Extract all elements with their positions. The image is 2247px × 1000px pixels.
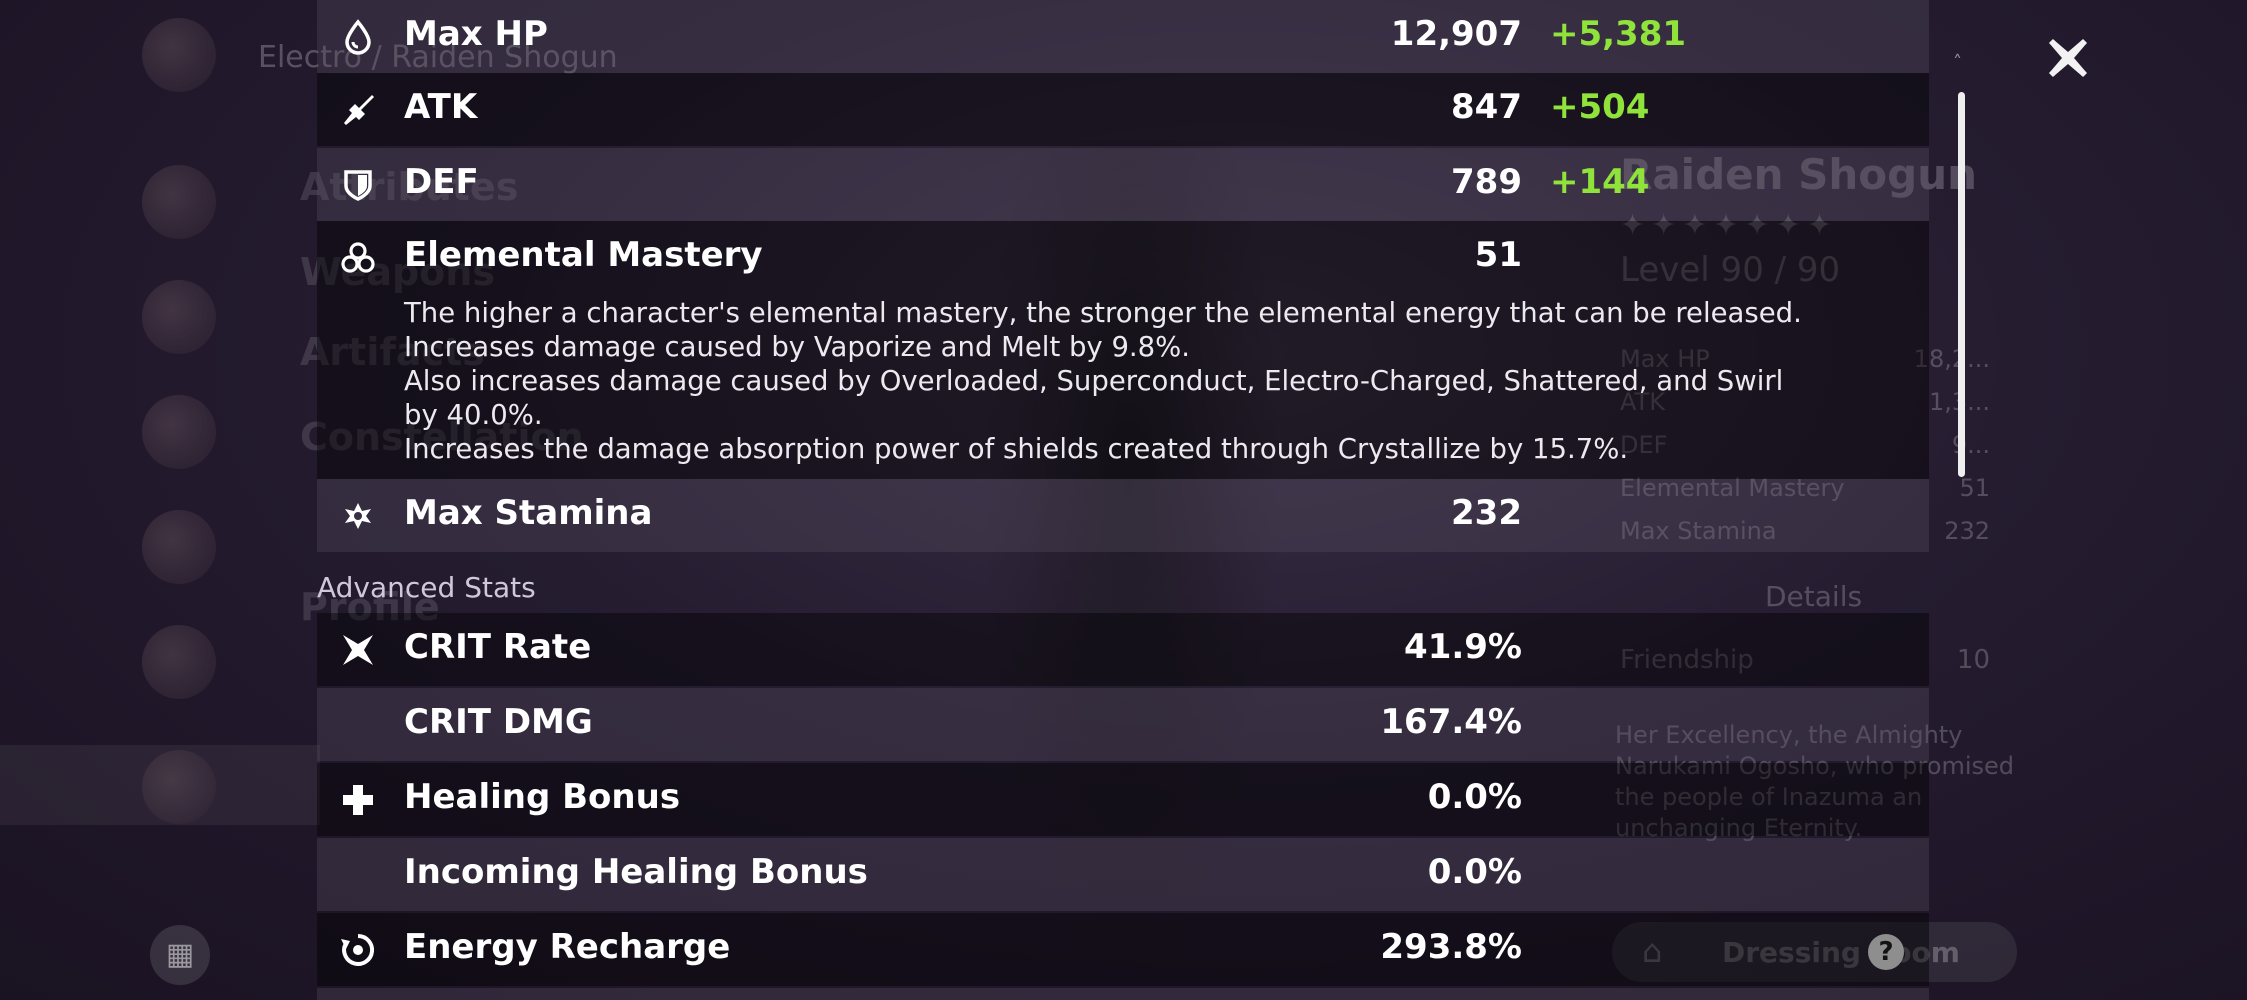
stat-bonus: +504 — [1550, 87, 1650, 127]
character-avatar[interactable] — [142, 625, 216, 699]
plus-cross-icon — [339, 781, 377, 819]
stat-label: Energy Recharge — [404, 927, 731, 967]
stat-label: Max Stamina — [404, 493, 653, 533]
description-line: Increases damage caused by Vaporize and … — [404, 331, 1191, 363]
grid-view-button[interactable]: ▦ — [150, 925, 210, 985]
stat-value: 51 — [1474, 235, 1522, 275]
description-line: Increases the damage absorption power of… — [404, 433, 1629, 465]
stat-row-incoming-healing-bonus: Incoming Healing Bonus 0.0% — [317, 838, 1929, 911]
description-line: Also increases damage caused by Overload… — [404, 365, 1784, 397]
stat-label: CRIT DMG — [404, 702, 593, 742]
stat-row-max-hp: Max HP 12,907 +5,381 — [317, 0, 1929, 73]
stat-value: 167.4% — [1380, 702, 1522, 742]
shield-icon — [339, 166, 377, 204]
stat-label: ATK — [404, 87, 478, 127]
stat-row-crit-rate: CRIT Rate 41.9% — [317, 613, 1929, 686]
character-avatar[interactable] — [142, 510, 216, 584]
stat-value: 0.0% — [1427, 852, 1522, 892]
scrollbar-thumb[interactable] — [1958, 92, 1965, 477]
character-avatar[interactable] — [142, 165, 216, 239]
stat-label: DEF — [404, 162, 479, 202]
list-item — [317, 988, 1929, 1000]
scroll-up-arrow-icon[interactable]: ˄ — [1953, 52, 1962, 73]
elemental-mastery-icon — [339, 239, 377, 277]
description-line: by 40.0%. — [404, 399, 543, 431]
stat-value: 847 — [1451, 87, 1522, 127]
stat-label: Elemental Mastery — [404, 235, 763, 275]
stat-value: 0.0% — [1427, 777, 1522, 817]
stat-bonus: +144 — [1550, 162, 1650, 202]
energy-recharge-icon — [339, 931, 377, 969]
stat-row-healing-bonus: Healing Bonus 0.0% — [317, 763, 1929, 836]
stat-value: 293.8% — [1380, 927, 1522, 967]
character-avatar[interactable] — [142, 18, 216, 92]
stat-value: 41.9% — [1404, 627, 1522, 667]
description-line: The higher a character's elemental maste… — [404, 297, 1802, 329]
advanced-stats-title: Advanced Stats — [317, 571, 536, 604]
character-avatar[interactable] — [142, 395, 216, 469]
droplet-icon — [339, 18, 377, 56]
stamina-icon — [339, 497, 377, 535]
stat-row-max-stamina: Max Stamina 232 — [317, 479, 1929, 552]
stat-row-atk: ATK 847 +504 — [317, 73, 1929, 146]
elemental-mastery-description: The higher a character's elemental maste… — [404, 296, 1924, 466]
attributes-detail-panel: Max HP 12,907 +5,381 ATK 847 +504 DEF 78… — [317, 0, 1929, 1000]
stat-value: 232 — [1451, 493, 1522, 533]
stat-label: CRIT Rate — [404, 627, 592, 667]
close-icon[interactable] — [2044, 34, 2092, 82]
character-avatar[interactable] — [142, 280, 216, 354]
stat-row-crit-dmg: CRIT DMG 167.4% — [317, 688, 1929, 761]
stat-label: Healing Bonus — [404, 777, 681, 817]
stat-label: Max HP — [404, 14, 548, 54]
stat-value: 789 — [1451, 162, 1522, 202]
character-rail — [130, 0, 230, 1000]
character-avatar[interactable] — [142, 750, 216, 824]
stat-label: Incoming Healing Bonus — [404, 852, 868, 892]
stat-row-def: DEF 789 +144 — [317, 148, 1929, 221]
stat-value: 12,907 — [1390, 14, 1522, 54]
stat-bonus: +5,381 — [1550, 14, 1687, 54]
crit-star-icon — [339, 631, 377, 669]
stat-row-energy-recharge: Energy Recharge 293.8% — [317, 913, 1929, 986]
sword-icon — [339, 91, 377, 129]
